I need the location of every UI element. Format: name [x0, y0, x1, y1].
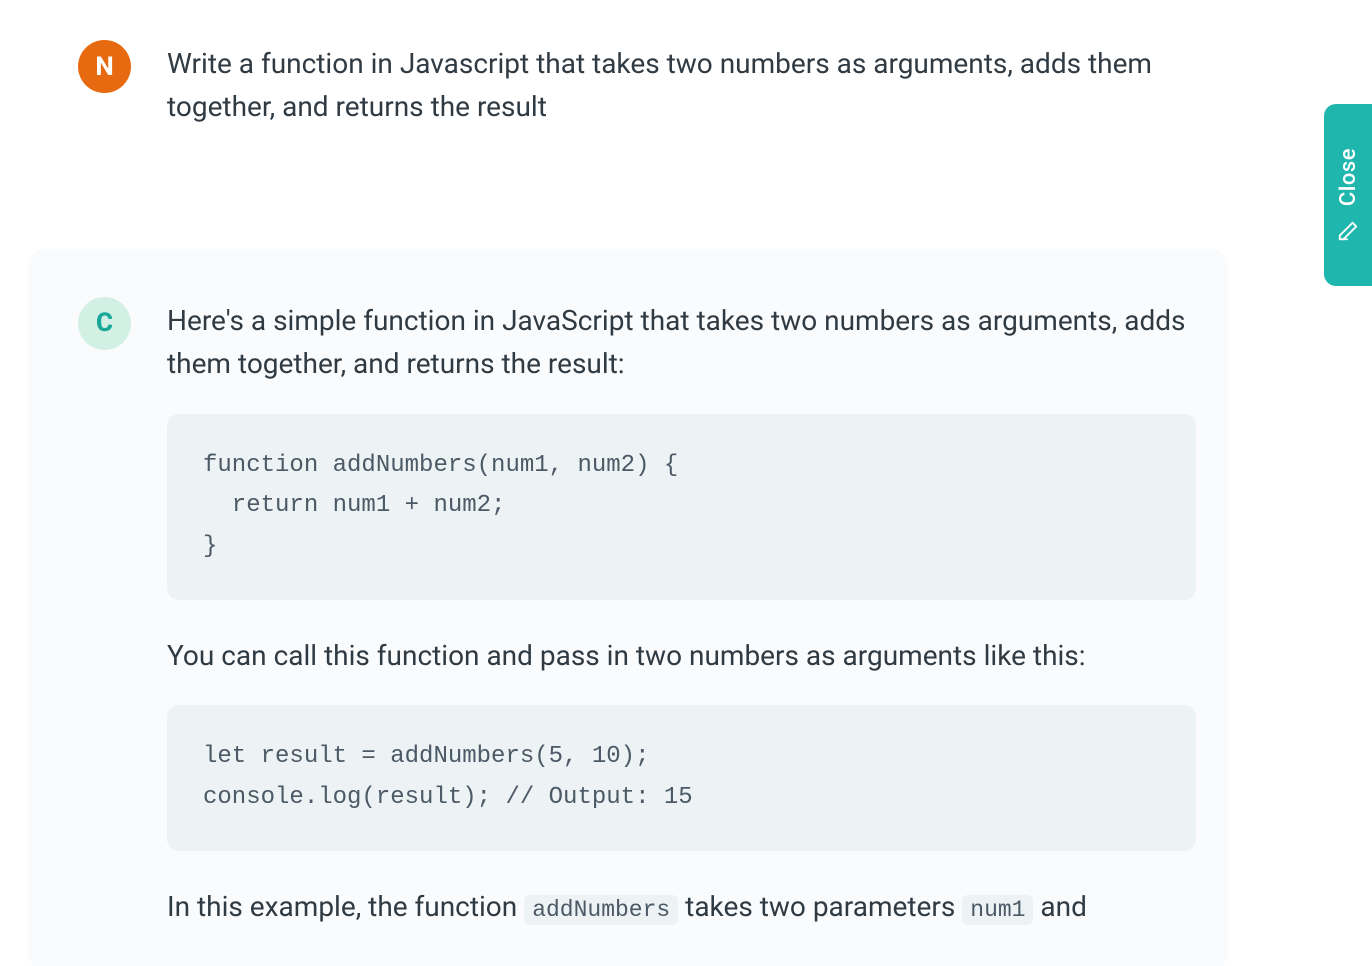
- code-block-1[interactable]: function addNumbers(num1, num2) { return…: [167, 414, 1196, 600]
- p3-post: and: [1033, 890, 1086, 923]
- close-button[interactable]: Close: [1324, 104, 1372, 286]
- p3-pre: In this example, the function: [167, 890, 524, 923]
- user-message: N Write a function in Javascript that ta…: [0, 40, 1372, 249]
- p3-mid: takes two parameters: [678, 890, 962, 923]
- code-block-2[interactable]: let result = addNumbers(5, 10); console.…: [167, 705, 1196, 851]
- assistant-message-body: Here's a simple function in JavaScript t…: [167, 297, 1196, 929]
- conversation: N Write a function in Javascript that ta…: [0, 0, 1372, 966]
- user-avatar-letter: N: [95, 52, 113, 82]
- assistant-avatar-letter: C: [96, 308, 113, 338]
- assistant-paragraph-3: In this example, the function addNumbers…: [167, 885, 1196, 929]
- user-message-text: Write a function in Javascript that take…: [167, 40, 1196, 129]
- user-avatar: N: [78, 40, 131, 93]
- close-button-label: Close: [1336, 148, 1361, 206]
- assistant-message: C Here's a simple function in JavaScript…: [28, 249, 1228, 966]
- assistant-paragraph-1: Here's a simple function in JavaScript t…: [167, 299, 1196, 386]
- edit-icon: [1337, 220, 1359, 242]
- assistant-avatar: C: [78, 297, 131, 350]
- assistant-paragraph-2: You can call this function and pass in t…: [167, 634, 1196, 677]
- inline-code-num1: num1: [962, 895, 1033, 925]
- inline-code-addNumbers: addNumbers: [524, 895, 678, 925]
